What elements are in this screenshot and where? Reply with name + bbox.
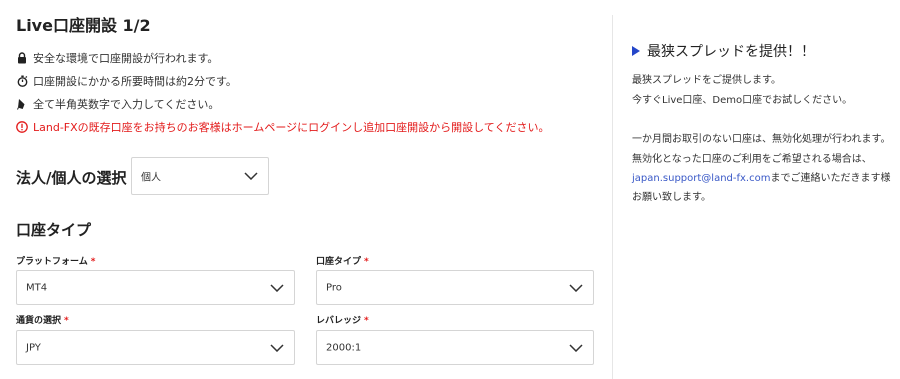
platform-label-text: プラットフォーム: [16, 257, 88, 267]
required-mark: *: [364, 257, 369, 267]
notice-existing-account-text: Land-FXの既存口座をお持ちのお客様はホームページにログインし追加口座開設か…: [33, 121, 550, 134]
chevron-down-icon: [569, 283, 583, 292]
page-title: Live口座開設 1/2: [16, 16, 151, 35]
inactive-notice-line-1: 一か月間お取引のない口座は、無効化処理が行われます。: [632, 134, 891, 145]
warning-circle-icon: [16, 120, 28, 134]
support-email-link[interactable]: japan.support@land-fx.com: [632, 173, 770, 184]
promo-line-2: 今すぐLive口座、Demo口座でお試しください。: [632, 95, 853, 106]
leverage-select[interactable]: 2000:1: [316, 330, 594, 365]
notice-secure: 安全な環境で口座開設が行われます。: [16, 50, 218, 66]
chevron-down-icon: [270, 343, 284, 352]
currency-value: JPY: [26, 342, 41, 353]
account-type-label-text: 口座タイプ: [316, 257, 362, 267]
account-type-select[interactable]: Pro: [316, 270, 594, 305]
leverage-label-text: レバレッジ: [316, 316, 362, 326]
leverage-value: 2000:1: [326, 342, 362, 353]
required-mark: *: [64, 316, 69, 326]
inactive-notice-line-3-suffix: までご連絡いただきます様: [770, 173, 891, 184]
notice-duration-text: 口座開設にかかる所要時間は約2分です。: [33, 75, 237, 88]
currency-label: 通貨の選択 *: [16, 313, 69, 326]
lock-icon: [16, 51, 28, 65]
account-opening-form: Live口座開設 1/2 安全な環境で口座開設が行われます。 口座開設にかかる所…: [0, 0, 612, 379]
notice-duration: 口座開設にかかる所要時間は約2分です。: [16, 73, 237, 89]
triangle-right-icon: [632, 46, 640, 56]
promo-sidebar: 最狭スプレッドを提供！！ 最狭スプレッドをご提供します。 今すぐLive口座、D…: [632, 0, 900, 379]
chevron-down-icon: [244, 172, 258, 180]
promo-title: 最狭スプレッドを提供！！: [632, 41, 815, 61]
notice-secure-text: 安全な環境で口座開設が行われます。: [33, 52, 219, 65]
required-mark: *: [364, 316, 369, 326]
platform-label: プラットフォーム *: [16, 254, 95, 267]
entity-type-label: 法人/個人の選択: [16, 169, 127, 187]
notice-existing-account: Land-FXの既存口座をお持ちのお客様はホームページにログインし追加口座開設か…: [16, 119, 549, 135]
notice-halfwidth-text: 全て半角英数字で入力してください。: [33, 98, 220, 111]
entity-type-select[interactable]: 個人: [131, 157, 269, 195]
chevron-down-icon: [270, 283, 284, 292]
account-type-value: Pro: [326, 282, 342, 293]
currency-label-text: 通貨の選択: [16, 316, 62, 326]
inactive-notice-line-2: 無効化となった口座のご利用をご希望される場合は、: [632, 154, 872, 165]
pen-icon: [16, 97, 28, 111]
platform-value: MT4: [26, 282, 48, 293]
currency-select[interactable]: JPY: [16, 330, 295, 365]
column-divider: [612, 15, 613, 379]
promo-title-text: 最狭スプレッドを提供！！: [647, 44, 815, 60]
stopwatch-icon: [16, 74, 28, 88]
notice-halfwidth: 全て半角英数字で入力してください。: [16, 96, 219, 112]
inactive-notice-line-3: japan.support@land-fx.comまでご連絡いただきます様: [632, 169, 890, 184]
entity-type-value: 個人: [141, 172, 161, 184]
account-type-label: 口座タイプ *: [316, 254, 369, 267]
required-mark: *: [90, 257, 96, 267]
leverage-label: レバレッジ *: [316, 313, 369, 326]
inactive-notice-line-4: お願い致します。: [632, 192, 711, 203]
promo-line-1: 最狭スプレッドをご提供します。: [632, 75, 781, 86]
platform-select[interactable]: MT4: [16, 270, 295, 305]
chevron-down-icon: [569, 343, 583, 352]
account-type-section-title: 口座タイプ: [16, 221, 92, 239]
